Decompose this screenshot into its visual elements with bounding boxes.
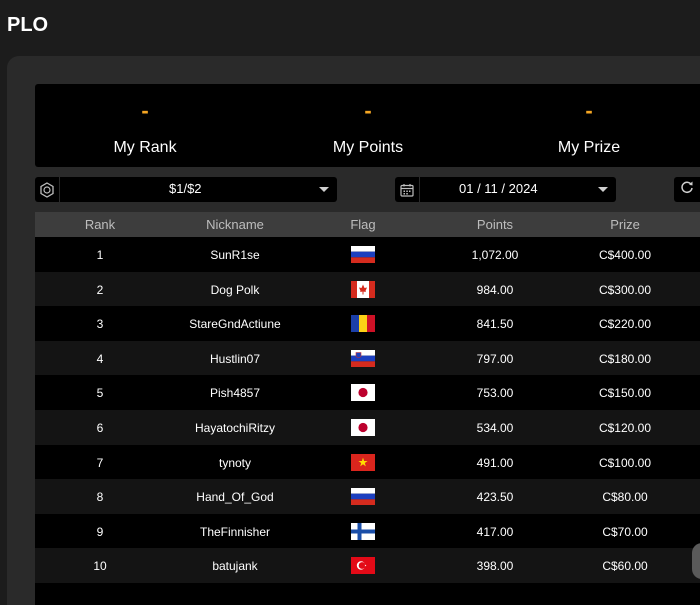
cell-points: 423.50 [476,490,514,504]
cell-nickname: HayatochiRitzy [194,421,276,435]
cell-points: 797.00 [476,352,514,366]
cell-rank: 1 [96,248,104,262]
table-row[interactable] [35,583,700,605]
japan-flag-icon [351,419,375,436]
refresh-button[interactable] [674,177,700,202]
cell-nickname: Dog Polk [210,283,260,297]
cell-points: 417.00 [476,525,514,539]
table-row[interactable]: 3 StareGndActiune 841.50 C$220.00 [35,306,700,341]
my-points-stat: - My Points [268,84,468,167]
cell-rank: 2 [96,283,104,297]
cell-points: 984.00 [476,283,514,297]
table-row[interactable]: 9 TheFinnisher 417.00 C$70.00 [35,514,700,549]
romania-flag-icon [351,315,375,332]
leaderboard-rows[interactable]: 1 SunR1se 1,072.00 C$400.00 2 Dog Polk 984.00 C… [35,237,700,605]
stake-select[interactable]: $1/$2 [35,177,337,202]
table-row[interactable]: 8 Hand_Of_God 423.50 C$80.00 [35,479,700,514]
japan-flag-icon [351,384,375,401]
scrollbar-thumb[interactable] [692,543,700,579]
summary-bar: - My Rank - My Points - My Prize [35,84,700,167]
finland-flag-icon [351,523,375,540]
vietnam-flag-icon [351,454,375,471]
cell-points: 398.00 [476,559,514,573]
cell-prize: C$70.00 [602,525,648,539]
cell-nickname: SunR1se [210,248,260,262]
cell-rank: 3 [96,317,104,331]
chevron-down-icon [319,187,329,192]
cell-nickname: tynoty [218,456,251,470]
column-header-flag[interactable]: Flag [335,217,391,232]
table-row[interactable]: 2 Dog Polk 984.00 C$300.00 [35,272,700,307]
cell-prize: C$300.00 [598,283,652,297]
my-rank-label: My Rank [113,139,177,156]
cell-nickname: StareGndActiune [189,317,281,331]
cell-prize: C$80.00 [602,490,648,504]
slovenia-flag-icon [351,350,375,367]
cell-points: 753.00 [476,386,514,400]
column-header-points[interactable]: Points [445,217,545,232]
date-picker-value: 01 / 11 / 2024 [459,181,538,196]
column-header-rank[interactable]: Rank [65,217,135,232]
column-header-nickname[interactable]: Nickname [160,217,310,232]
cell-points: 841.50 [476,317,514,331]
cell-prize: C$60.00 [602,559,648,573]
my-points-label: My Points [332,139,404,156]
cell-prize: C$180.00 [598,352,652,366]
cell-rank: 5 [96,386,104,400]
refresh-icon [680,180,694,199]
russia-flag-icon [351,488,375,505]
cell-nickname: batujank [212,559,258,573]
cell-rank: 9 [96,525,104,539]
chevron-down-icon [598,187,608,192]
cell-rank: 6 [96,421,104,435]
cell-prize: C$150.00 [598,386,652,400]
my-prize-value: - [585,98,593,123]
poker-chip-icon [35,177,60,202]
table-row[interactable]: 6 HayatochiRitzy 534.00 C$120.00 [35,410,700,445]
my-points-value: - [364,98,372,123]
cell-nickname: Hand_Of_God [196,490,274,504]
russia-flag-icon [351,246,375,263]
cell-prize: C$100.00 [598,456,652,470]
my-rank-stat: - My Rank [45,84,245,167]
my-prize-stat: - My Prize [489,84,689,167]
table-row[interactable]: 5 Pish4857 753.00 C$150.00 [35,375,700,410]
cell-rank: 7 [96,456,104,470]
canada-flag-icon [351,281,375,298]
calendar-icon [395,177,420,202]
column-header-prize[interactable]: Prize [575,217,675,232]
my-rank-value: - [141,98,149,123]
cell-prize: C$220.00 [598,317,652,331]
table-row[interactable]: 4 Hustlin07 797.00 C$180.00 [35,341,700,376]
cell-nickname: Pish4857 [209,386,261,400]
table-row[interactable]: 10 batujank 398.00 C$60.00 [35,548,700,583]
cell-rank: 10 [93,559,107,573]
cell-points: 1,072.00 [471,248,519,262]
cell-points: 534.00 [476,421,514,435]
page-title: PLO [7,14,49,36]
cell-prize: C$400.00 [598,248,652,262]
table-header: Rank Nickname Flag Points Prize [35,212,700,237]
cell-rank: 8 [96,490,104,504]
my-prize-label: My Prize [557,139,621,156]
cell-rank: 4 [96,352,104,366]
stake-select-value: $1/$2 [169,181,202,196]
cell-prize: C$120.00 [598,421,652,435]
table-row[interactable]: 7 tynoty 491.00 C$100.00 [35,445,700,480]
cell-nickname: TheFinnisher [199,525,271,539]
date-picker[interactable]: 01 / 11 / 2024 [395,177,616,202]
table-row[interactable]: 1 SunR1se 1,072.00 C$400.00 [35,237,700,272]
cell-points: 491.00 [476,456,514,470]
cell-nickname: Hustlin07 [209,352,261,366]
turkey-flag-icon [351,557,375,574]
